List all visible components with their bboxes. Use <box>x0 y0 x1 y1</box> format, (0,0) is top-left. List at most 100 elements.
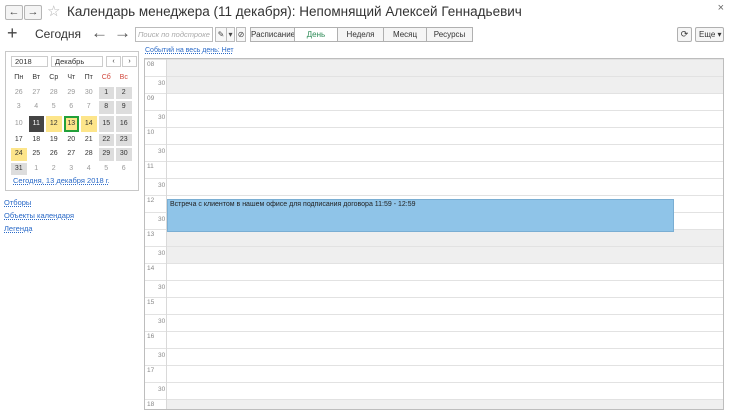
half-hour-label: 30 <box>158 182 166 189</box>
time-slot[interactable]: 14 <box>145 263 723 280</box>
time-slot[interactable]: 30 <box>145 76 723 93</box>
calendar-day[interactable]: 6 <box>64 101 80 114</box>
close-icon[interactable]: × <box>718 2 724 14</box>
calendar-day[interactable]: 26 <box>46 148 62 161</box>
toolbar: + Сегодня ← → Поиск по подстроке ✎ ▾ ⊘ Р… <box>0 24 730 46</box>
calendar-day[interactable]: 6 <box>116 163 132 176</box>
clear-icon[interactable]: ⊘ <box>236 27 246 42</box>
hour-label: 17 <box>147 367 155 374</box>
calendar-day-today[interactable]: 13 <box>63 115 79 132</box>
half-hour-label: 30 <box>158 148 166 155</box>
create-button[interactable]: + <box>7 24 18 42</box>
dropdown-arrow-icon[interactable]: ▾ <box>226 27 235 42</box>
time-slot[interactable]: 08 <box>145 59 723 76</box>
hour-label: 09 <box>147 95 155 102</box>
time-slot[interactable]: 18 <box>145 399 723 409</box>
next-period-button[interactable]: → <box>114 24 131 42</box>
calendar-day[interactable]: 27 <box>29 87 45 100</box>
calendar-day[interactable]: 27 <box>64 148 80 161</box>
calendar-day[interactable]: 14 <box>81 115 97 132</box>
half-hour-label: 30 <box>158 352 166 359</box>
calendar-day[interactable]: 30 <box>116 148 132 161</box>
time-slot[interactable]: 30 <box>145 382 723 399</box>
prev-month-icon[interactable]: ‹ <box>106 56 121 67</box>
calendar-day[interactable]: 29 <box>98 148 114 161</box>
view-day[interactable]: День <box>294 27 338 42</box>
time-slot[interactable]: 30 <box>145 280 723 297</box>
calendar-day[interactable]: 25 <box>29 148 45 161</box>
view-week[interactable]: Неделя <box>337 27 384 42</box>
calendar-day[interactable]: 4 <box>29 101 45 114</box>
calendar-day[interactable]: 1 <box>29 163 45 176</box>
calendar-event[interactable]: Встреча с клиентом в нашем офисе для под… <box>167 199 674 232</box>
time-slot[interactable]: 30 <box>145 348 723 365</box>
calendar-day[interactable]: 28 <box>81 148 97 161</box>
refresh-icon[interactable]: ⟳ <box>677 27 692 42</box>
calendar-day[interactable]: 5 <box>46 101 62 114</box>
time-slot[interactable]: 30 <box>145 178 723 195</box>
hour-label: 10 <box>147 129 155 136</box>
prev-period-button[interactable]: ← <box>91 24 108 42</box>
time-slot[interactable]: 17 <box>145 365 723 382</box>
calendar-day[interactable]: 5 <box>99 163 115 176</box>
calendar-day[interactable]: 8 <box>98 101 114 114</box>
more-button[interactable]: Еще ▾ <box>695 27 724 42</box>
year-field[interactable]: 2018 <box>11 56 48 67</box>
calendar-day[interactable]: 31 <box>11 162 27 175</box>
calendar-day[interactable]: 30 <box>81 87 97 100</box>
calendar-day[interactable]: 26 <box>11 87 27 100</box>
time-slot[interactable]: 30 <box>145 110 723 127</box>
hour-label: 16 <box>147 333 155 340</box>
legend-link[interactable]: Легенда <box>4 224 33 233</box>
back-icon[interactable]: ← <box>5 5 23 20</box>
month-field[interactable]: Декабрь <box>51 56 103 67</box>
calendar-day[interactable]: 16 <box>116 115 132 132</box>
calendar-day[interactable]: 2 <box>116 86 132 99</box>
time-slot[interactable]: 10 <box>145 127 723 144</box>
forward-icon[interactable]: → <box>24 5 42 20</box>
view-schedule[interactable]: Расписание <box>250 27 295 42</box>
calendar-day[interactable]: 29 <box>64 87 80 100</box>
search-input[interactable]: Поиск по подстроке <box>135 27 213 42</box>
calendar-day[interactable]: 1 <box>98 86 114 99</box>
time-slot[interactable]: 16 <box>145 331 723 348</box>
calendar-day[interactable]: 24 <box>11 148 27 161</box>
calendar-day-selected[interactable]: 11 <box>28 115 44 132</box>
calendar-day[interactable]: 28 <box>46 87 62 100</box>
calendar-day[interactable]: 4 <box>81 163 97 176</box>
time-slot[interactable]: 30 <box>145 144 723 161</box>
today-button[interactable]: Сегодня <box>35 27 81 41</box>
time-slot[interactable]: 15 <box>145 297 723 314</box>
calendar-day[interactable]: 18 <box>29 134 45 147</box>
calendar-day[interactable]: 22 <box>98 133 114 146</box>
time-slot[interactable]: 11 <box>145 161 723 178</box>
weekday-label: Ср <box>49 74 59 82</box>
hour-label: 13 <box>147 231 155 238</box>
month-grid: Пн Вт Ср Чт Пт Сб Вс 26 27 28 29 30 1 2 … <box>9 70 134 177</box>
calendar-day[interactable]: 3 <box>11 101 27 114</box>
all-day-events-link[interactable]: Событий на весь день: Нет <box>145 47 234 54</box>
calendar-day[interactable]: 21 <box>81 134 97 147</box>
next-month-icon[interactable]: › <box>122 56 137 67</box>
calendar-day[interactable]: 10 <box>11 116 27 132</box>
time-slot[interactable]: 09 <box>145 93 723 110</box>
calendar-day[interactable]: 20 <box>64 134 80 147</box>
calendar-day[interactable]: 7 <box>81 101 97 114</box>
view-resources[interactable]: Ресурсы <box>426 27 473 42</box>
calendar-day[interactable]: 2 <box>46 163 62 176</box>
calendar-objects-link[interactable]: Объекты календаря <box>4 211 74 220</box>
calendar-day[interactable]: 3 <box>64 163 80 176</box>
time-slot[interactable]: 30 <box>145 314 723 331</box>
view-month[interactable]: Месяц <box>383 27 427 42</box>
calendar-day[interactable]: 19 <box>46 134 62 147</box>
calendar-day[interactable]: 17 <box>11 134 27 147</box>
mini-calendar: 2018 Декабрь ‹ › Пн Вт Ср Чт Пт Сб Вс 26… <box>5 51 139 191</box>
calendar-day[interactable]: 12 <box>46 115 62 132</box>
today-date-link[interactable]: Сегодня, 13 декабря 2018 г. <box>13 176 110 185</box>
calendar-day[interactable]: 9 <box>116 101 132 114</box>
calendar-day[interactable]: 15 <box>98 115 114 132</box>
time-slot[interactable]: 30 <box>145 246 723 263</box>
calendar-day[interactable]: 23 <box>116 133 132 146</box>
favorite-star-icon[interactable]: ☆ <box>47 2 60 20</box>
filters-link[interactable]: Отборы <box>4 198 31 207</box>
